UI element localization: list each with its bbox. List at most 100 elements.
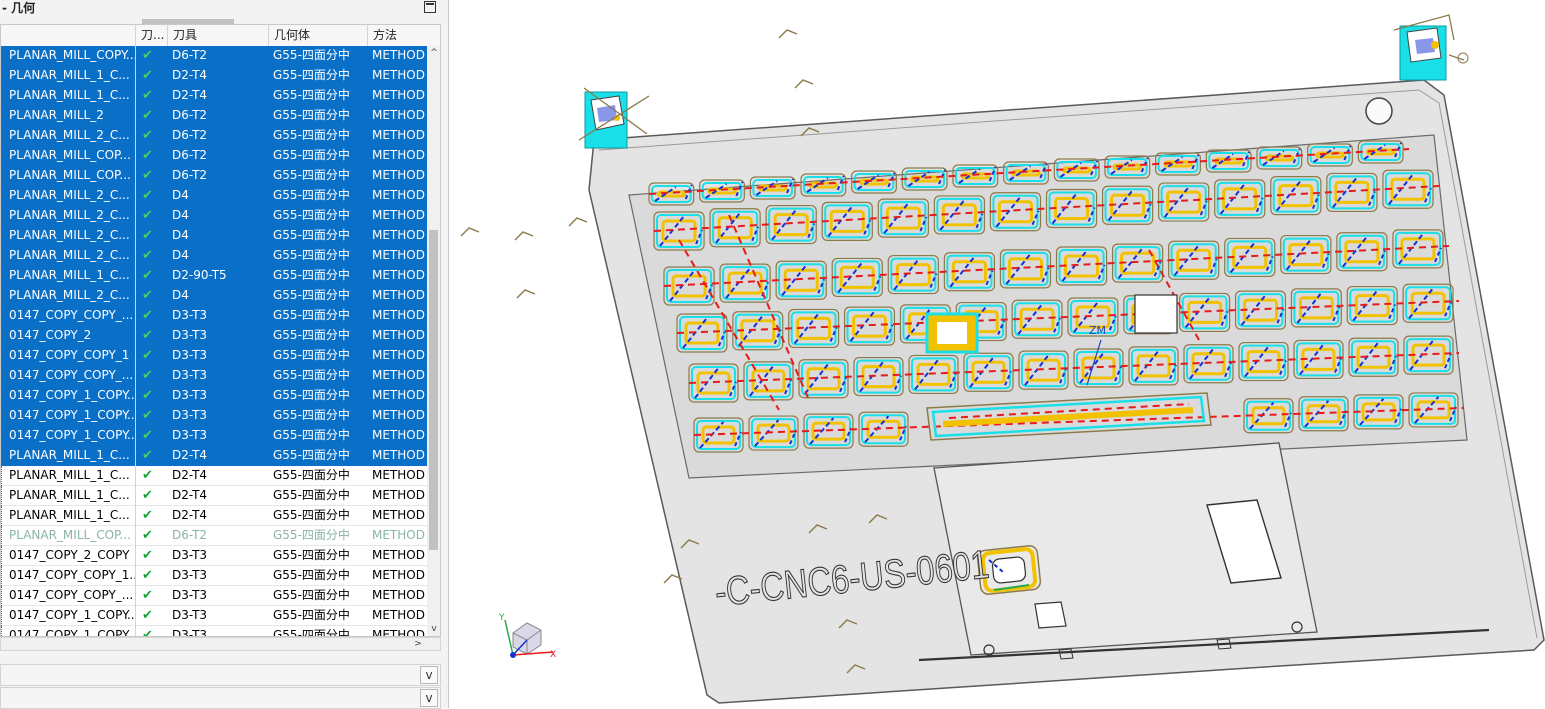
- table-row[interactable]: 0147_COPY_COPY_... ✔ D3-T3 G55-四面分中 METHOD: [1, 586, 427, 606]
- table-row[interactable]: PLANAR_MILL_COPY... ✔ D6-T2 G55-四面分中 METHOD: [1, 46, 427, 66]
- operation-name: PLANAR_MILL_1_C...: [9, 468, 130, 482]
- table-row[interactable]: PLANAR_MILL_2_C... ✔ D4 G55-四面分中 METHOD: [1, 246, 427, 266]
- scroll-up-icon[interactable]: ^: [427, 46, 440, 60]
- tool-cell: D3-T3: [172, 368, 208, 382]
- operation-name: 0147_COPY_COPY_...: [9, 368, 134, 382]
- column-header-name[interactable]: [1, 25, 136, 46]
- geometry-cell: G55-四面分中: [273, 608, 350, 622]
- dependencies-panel-collapsed[interactable]: v: [0, 687, 441, 709]
- status-check-icon: ✔: [142, 448, 153, 463]
- table-row[interactable]: 0147_COPY_1_COPY... ✔ D3-T3 G55-四面分中 METHOD: [1, 386, 427, 406]
- method-cell: METHOD: [372, 268, 425, 282]
- mcs-label: ZM: [1089, 324, 1106, 337]
- horizontal-scrollbar-thumb[interactable]: [142, 19, 234, 24]
- geometry-cell: G55-四面分中: [273, 128, 350, 142]
- method-cell: METHOD: [372, 548, 425, 562]
- table-body: PLANAR_MILL_COPY... ✔ D6-T2 G55-四面分中 METHOD P…: [1, 46, 427, 636]
- tool-cell: D4: [172, 188, 189, 202]
- method-cell: METHOD: [372, 488, 425, 502]
- table-row[interactable]: PLANAR_MILL_2_C... ✔ D6-T2 G55-四面分中 METHOD: [1, 126, 427, 146]
- table-row[interactable]: 0147_COPY_1_COPY... ✔ D3-T3 G55-四面分中 METHOD: [1, 426, 427, 446]
- column-header-method[interactable]: 方法: [368, 25, 440, 46]
- geometry-cell: G55-四面分中: [273, 548, 350, 562]
- table-row[interactable]: 0147_COPY_COPY_... ✔ D3-T3 G55-四面分中 METHOD: [1, 306, 427, 326]
- scroll-right-icon[interactable]: >: [411, 638, 425, 650]
- status-check-icon: ✔: [142, 308, 153, 323]
- table-row[interactable]: PLANAR_MILL_2_C... ✔ D4 G55-四面分中 METHOD: [1, 206, 427, 226]
- table-row[interactable]: PLANAR_MILL_COP... ✔ D6-T2 G55-四面分中 METHOD: [1, 146, 427, 166]
- status-check-icon: ✔: [142, 608, 153, 623]
- table-row[interactable]: 0147_COPY_1_COPY... ✔ D3-T3 G55-四面分中 METHOD: [1, 406, 427, 426]
- geometry-cell: G55-四面分中: [273, 108, 350, 122]
- geometry-cell: G55-四面分中: [273, 88, 350, 102]
- table-row[interactable]: PLANAR_MILL_1_C... ✔ D2-T4 G55-四面分中 METHOD: [1, 506, 427, 526]
- table-row[interactable]: PLANAR_MILL_1_C... ✔ D2-T4 G55-四面分中 METHOD: [1, 86, 427, 106]
- column-header-geometry[interactable]: 几何体: [269, 25, 368, 46]
- table-row[interactable]: PLANAR_MILL_1_C... ✔ D2-T4 G55-四面分中 METHOD: [1, 466, 427, 486]
- status-check-icon: ✔: [142, 128, 153, 143]
- method-cell: METHOD: [372, 608, 425, 622]
- operation-name: PLANAR_MILL_COP...: [9, 168, 131, 182]
- table-row[interactable]: PLANAR_MILL_1_C... ✔ D2-T4 G55-四面分中 METHOD: [1, 66, 427, 86]
- tool-cell: D6-T2: [172, 48, 208, 62]
- table-row[interactable]: PLANAR_MILL_1_C... ✔ D2-T4 G55-四面分中 METHOD: [1, 446, 427, 466]
- tool-cell: D3-T3: [172, 588, 208, 602]
- scroll-down-icon[interactable]: v: [427, 622, 440, 636]
- geometry-cell: G55-四面分中: [273, 248, 350, 262]
- geometry-cell: G55-四面分中: [273, 328, 350, 342]
- view-triad[interactable]: X Y: [498, 613, 556, 660]
- status-check-icon: ✔: [142, 468, 153, 483]
- cad-scene[interactable]: -C-CNC6-US-0601 ZM X Y: [449, 0, 1545, 708]
- details-panel-collapsed[interactable]: v: [0, 664, 441, 686]
- table-row[interactable]: 0147_COPY_1_COPY... ✔ D3-T3 G55-四面分中 METHOD: [1, 626, 427, 636]
- operation-name: PLANAR_MILL_2_C...: [9, 188, 130, 202]
- table-row[interactable]: 0147_COPY_COPY_... ✔ D3-T3 G55-四面分中 METHOD: [1, 366, 427, 386]
- table-row[interactable]: PLANAR_MILL_2_C... ✔ D4 G55-四面分中 METHOD: [1, 286, 427, 306]
- operation-name: PLANAR_MILL_2_C...: [9, 288, 130, 302]
- method-cell: METHOD: [372, 48, 425, 62]
- method-cell: METHOD: [372, 128, 425, 142]
- table-row[interactable]: PLANAR_MILL_COP... ✔ D6-T2 G55-四面分中 METHOD: [1, 166, 427, 186]
- tool-cell: D6-T2: [172, 528, 208, 542]
- tool-cell: D2-T4: [172, 68, 208, 82]
- table-row[interactable]: PLANAR_MILL_2 ✔ D6-T2 G55-四面分中 METHOD: [1, 106, 427, 126]
- table-row[interactable]: PLANAR_MILL_1_C... ✔ D2-90-T5 G55-四面分中 METHO…: [1, 266, 427, 286]
- chevron-down-icon[interactable]: v: [420, 689, 438, 707]
- geometry-cell: G55-四面分中: [273, 588, 350, 602]
- maximize-icon[interactable]: [424, 1, 436, 13]
- geometry-cell: G55-四面分中: [273, 348, 350, 362]
- tool-cell: D3-T3: [172, 308, 208, 322]
- graphics-viewport[interactable]: -C-CNC6-US-0601 ZM X Y: [449, 0, 1545, 708]
- table-row[interactable]: 0147_COPY_2 ✔ D3-T3 G55-四面分中 METHOD: [1, 326, 427, 346]
- scrollbar-thumb[interactable]: [429, 230, 438, 550]
- method-cell: METHOD: [372, 288, 425, 302]
- method-cell: METHOD: [372, 568, 425, 582]
- geometry-cell: G55-四面分中: [273, 168, 350, 182]
- tool-cell: D3-T3: [172, 548, 208, 562]
- status-check-icon: ✔: [142, 68, 153, 83]
- method-cell: METHOD: [372, 468, 425, 482]
- open-slot: [1134, 294, 1178, 334]
- column-header-tool[interactable]: 刀具: [168, 25, 269, 46]
- method-cell: METHOD: [372, 528, 425, 542]
- table-row[interactable]: 0147_COPY_1_COPY... ✔ D3-T3 G55-四面分中 METHOD: [1, 606, 427, 626]
- column-header-status[interactable]: 刀...: [136, 25, 168, 46]
- table-row[interactable]: PLANAR_MILL_1_C... ✔ D2-T4 G55-四面分中 METHOD: [1, 486, 427, 506]
- table-row[interactable]: PLANAR_MILL_2_C... ✔ D4 G55-四面分中 METHOD: [1, 186, 427, 206]
- chevron-down-icon[interactable]: v: [420, 666, 438, 684]
- table-row[interactable]: PLANAR_MILL_COP... ✔ D6-T2 G55-四面分中 METHOD: [1, 526, 427, 546]
- table-row[interactable]: PLANAR_MILL_2_C... ✔ D4 G55-四面分中 METHOD: [1, 226, 427, 246]
- column-divider: [135, 46, 136, 636]
- horizontal-scrollbar[interactable]: >: [0, 637, 441, 651]
- tool-cell: D4: [172, 208, 189, 222]
- table-row[interactable]: 0147_COPY_COPY_1 ✔ D3-T3 G55-四面分中 METHOD: [1, 346, 427, 366]
- fixture-right[interactable]: [1393, 14, 1469, 81]
- operation-name: PLANAR_MILL_1_C...: [9, 448, 130, 462]
- vertical-scrollbar[interactable]: ^ v: [427, 46, 440, 636]
- method-cell: METHOD: [372, 448, 425, 462]
- geometry-cell: G55-四面分中: [273, 308, 350, 322]
- table-row[interactable]: 0147_COPY_2_COPY ✔ D3-T3 G55-四面分中 METHOD: [1, 546, 427, 566]
- geometry-cell: G55-四面分中: [273, 468, 350, 482]
- table-row[interactable]: 0147_COPY_COPY_1... ✔ D3-T3 G55-四面分中 METHOD: [1, 566, 427, 586]
- status-check-icon: ✔: [142, 368, 153, 383]
